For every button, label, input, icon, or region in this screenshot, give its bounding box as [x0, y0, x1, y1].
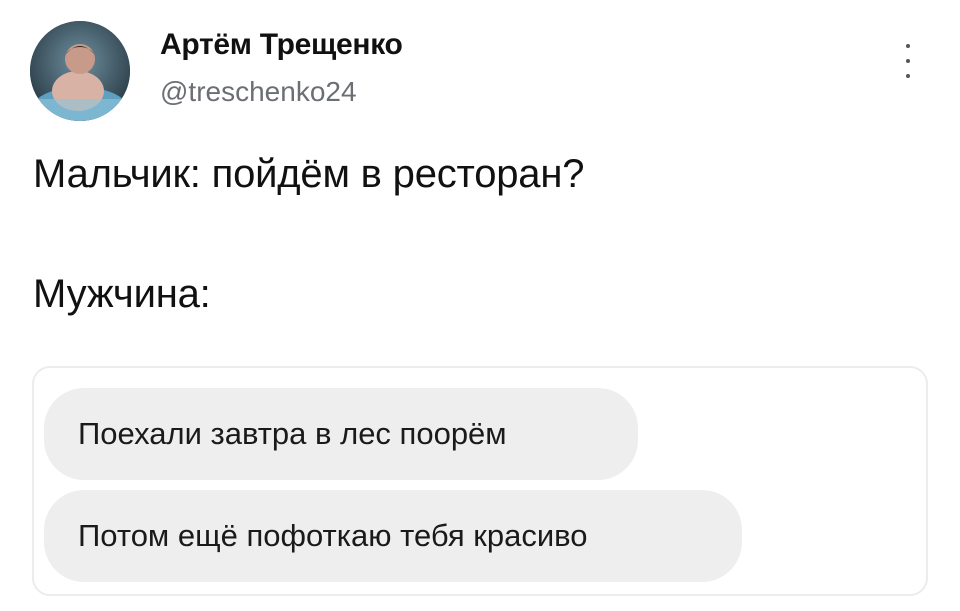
chat-message-text: Поехали завтра в лес поорём: [78, 416, 507, 451]
author-handle[interactable]: @treschenko24: [160, 76, 357, 108]
more-options-icon[interactable]: [900, 44, 916, 78]
avatar-photo: [30, 21, 130, 121]
chat-bubble: Поехали завтра в лес поорём: [44, 388, 638, 480]
dot: [906, 74, 910, 78]
dot: [906, 59, 910, 63]
chat-message-text: Потом ещё пофоткаю тебя красиво: [78, 518, 588, 553]
dot: [906, 44, 910, 48]
chat-bubble: Потом ещё пофоткаю тебя красиво: [44, 490, 742, 582]
author-name[interactable]: Артём Трещенко: [160, 28, 403, 62]
author-avatar[interactable]: [30, 21, 130, 121]
post-text-line-2: Мужчина:: [33, 272, 211, 316]
post-text-line-1: Мальчик: пойдём в ресторан?: [33, 152, 585, 196]
